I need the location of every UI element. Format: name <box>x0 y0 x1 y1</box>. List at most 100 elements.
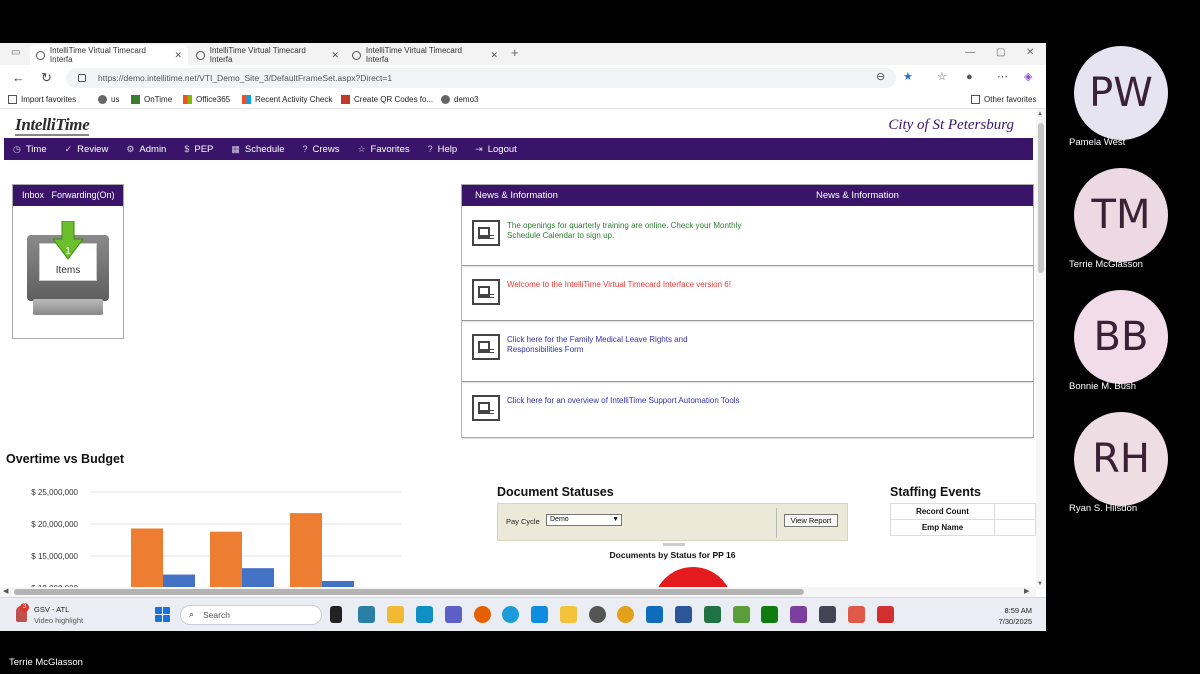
system-clock[interactable]: 8:59 AM 7/30/2025 <box>999 605 1032 627</box>
inbox-tray[interactable]: 1 Items <box>27 221 109 315</box>
scroll-left-icon[interactable]: ◀ <box>3 587 8 595</box>
pay-cycle-select[interactable]: Demo ▼ <box>546 514 622 526</box>
menu-help[interactable]: ? Help <box>419 144 467 155</box>
xbox-icon[interactable] <box>761 606 778 623</box>
favorite-us[interactable]: us <box>98 95 119 104</box>
teams-icon[interactable] <box>445 606 462 623</box>
resize-grip[interactable] <box>663 543 685 546</box>
favorite-office365[interactable]: Office365 <box>183 95 230 104</box>
browser-tab[interactable]: IntelliTime Virtual Timecard Interfa ✕ <box>346 45 504 65</box>
acrobat-icon[interactable] <box>877 606 894 623</box>
back-icon[interactable]: ← <box>12 71 25 84</box>
pay-cycle-value: Demo <box>550 516 569 523</box>
menu-pep[interactable]: $ PEP <box>175 144 222 155</box>
vertical-scrollbar[interactable]: ▲ ▼ <box>1036 109 1046 589</box>
clock-icon: ◷ <box>13 143 21 154</box>
reader-icon[interactable]: ⊖ <box>876 72 885 83</box>
other-favorites[interactable]: Other favorites <box>971 95 1036 104</box>
close-tab-icon[interactable]: ✕ <box>174 50 182 61</box>
app-icon[interactable] <box>358 606 375 623</box>
ontime-icon <box>131 95 140 104</box>
bar[interactable] <box>242 568 274 589</box>
start-button[interactable] <box>155 607 170 622</box>
app-icon[interactable] <box>560 606 577 623</box>
close-window-icon[interactable]: ✕ <box>1026 47 1034 58</box>
menu-review[interactable]: ✓ Review <box>56 144 118 155</box>
import-icon <box>8 95 17 104</box>
favorite-label: Other favorites <box>984 95 1037 104</box>
globe-icon <box>196 50 205 60</box>
refresh-icon[interactable]: ↻ <box>41 71 52 84</box>
favorite-import[interactable]: Import favorites <box>8 95 76 104</box>
scroll-up-icon[interactable]: ▲ <box>1037 111 1043 117</box>
favorites-icon[interactable]: ☆ <box>937 72 947 83</box>
app-icon[interactable] <box>589 606 606 623</box>
chrome-icon[interactable] <box>617 606 634 623</box>
menu-logout[interactable]: ⇥ Logout <box>466 144 526 155</box>
bar[interactable] <box>210 531 242 589</box>
clock-date: 7/30/2025 <box>998 617 1032 626</box>
document-statuses-title: Document Statuses <box>497 485 614 499</box>
favorite-demo3[interactable]: demo3 <box>441 95 478 104</box>
app-icon[interactable] <box>790 606 807 623</box>
maximize-icon[interactable]: ▢ <box>996 47 1005 58</box>
taskbar-search[interactable]: ⌕ Search <box>180 605 322 625</box>
firefox-icon[interactable] <box>474 606 491 623</box>
app-icon[interactable] <box>819 606 836 623</box>
favorite-star-icon[interactable]: ★ <box>903 72 913 83</box>
news-item[interactable]: Welcome to the IntelliTime Virtual Timec… <box>462 267 1033 321</box>
more-icon[interactable]: ⋯ <box>997 72 1008 83</box>
scroll-thumb[interactable] <box>1038 123 1044 273</box>
scroll-down-icon[interactable]: ▼ <box>1037 581 1043 587</box>
task-view-icon[interactable] <box>330 606 342 623</box>
browser-tab[interactable]: IntelliTime Virtual Timecard Interfa ✕ <box>30 45 188 65</box>
copilot-icon[interactable]: ◈ <box>1024 72 1032 83</box>
minimize-icon[interactable]: — <box>965 47 975 58</box>
search-icon: ⌕ <box>189 609 195 619</box>
news-item[interactable]: Click here for an overview of IntelliTim… <box>462 383 1033 438</box>
profile-icon[interactable]: ● <box>966 72 973 83</box>
bar[interactable] <box>290 513 322 589</box>
help-icon: ? <box>302 144 308 154</box>
globe-icon <box>36 50 45 60</box>
menu-admin[interactable]: ⚙ Admin <box>117 144 175 155</box>
news-text[interactable]: Click here for the Family Medical Leave … <box>507 335 727 355</box>
menu-favorites[interactable]: ☆ Favorites <box>348 144 418 155</box>
close-tab-icon[interactable]: ✕ <box>331 50 339 61</box>
menu-crews[interactable]: ? Crews <box>294 144 349 155</box>
favorite-recent-activity[interactable]: Recent Activity Check <box>242 95 332 104</box>
outlook-icon[interactable] <box>646 606 663 623</box>
scroll-right-icon[interactable]: ▶ <box>1024 587 1029 595</box>
horizontal-scrollbar[interactable]: ◀ ▶ <box>0 587 1036 597</box>
favorite-label: Import favorites <box>21 95 77 104</box>
app-icon[interactable] <box>733 606 750 623</box>
app-icon[interactable] <box>416 606 433 623</box>
menu-time[interactable]: ◷ Time <box>4 144 56 155</box>
url-input[interactable]: https://demo.intellitime.net/VTI_Demo_Si… <box>66 68 896 88</box>
app-icon[interactable] <box>848 606 865 623</box>
notification-badge: 3 <box>20 603 29 612</box>
news-text[interactable]: Click here for an overview of IntelliTim… <box>507 396 827 406</box>
view-report-button[interactable]: View Report <box>784 514 838 527</box>
tab-actions-icon[interactable]: ▭ <box>11 47 20 58</box>
widgets-button[interactable]: 3 GSV - ATL Video highlight <box>16 603 83 626</box>
file-explorer-icon[interactable] <box>387 606 404 623</box>
edge-icon[interactable] <box>502 606 519 623</box>
menu-schedule[interactable]: ▦ Schedule <box>222 144 293 155</box>
news-item[interactable]: The openings for quarterly training are … <box>462 207 1033 266</box>
news-item[interactable]: Click here for the Family Medical Leave … <box>462 322 1033 382</box>
bar[interactable] <box>131 528 163 589</box>
app-icon[interactable] <box>531 606 548 623</box>
menu-label: Admin <box>139 143 167 155</box>
avatar: RH <box>1074 412 1168 506</box>
word-icon[interactable] <box>675 606 692 623</box>
new-tab-icon[interactable]: + <box>511 45 519 60</box>
excel-icon[interactable] <box>704 606 721 623</box>
inbox-header[interactable]: Inbox Forwarding(On) <box>13 185 123 206</box>
favorite-qr-codes[interactable]: Create QR Codes fo... <box>341 95 433 104</box>
close-tab-icon[interactable]: ✕ <box>490 50 498 61</box>
favorite-ontime[interactable]: OnTime <box>131 95 172 104</box>
scroll-thumb[interactable] <box>14 589 804 595</box>
favorite-label: demo3 <box>454 95 479 104</box>
browser-tab[interactable]: IntelliTime Virtual Timecard Interfa ✕ <box>190 45 345 65</box>
